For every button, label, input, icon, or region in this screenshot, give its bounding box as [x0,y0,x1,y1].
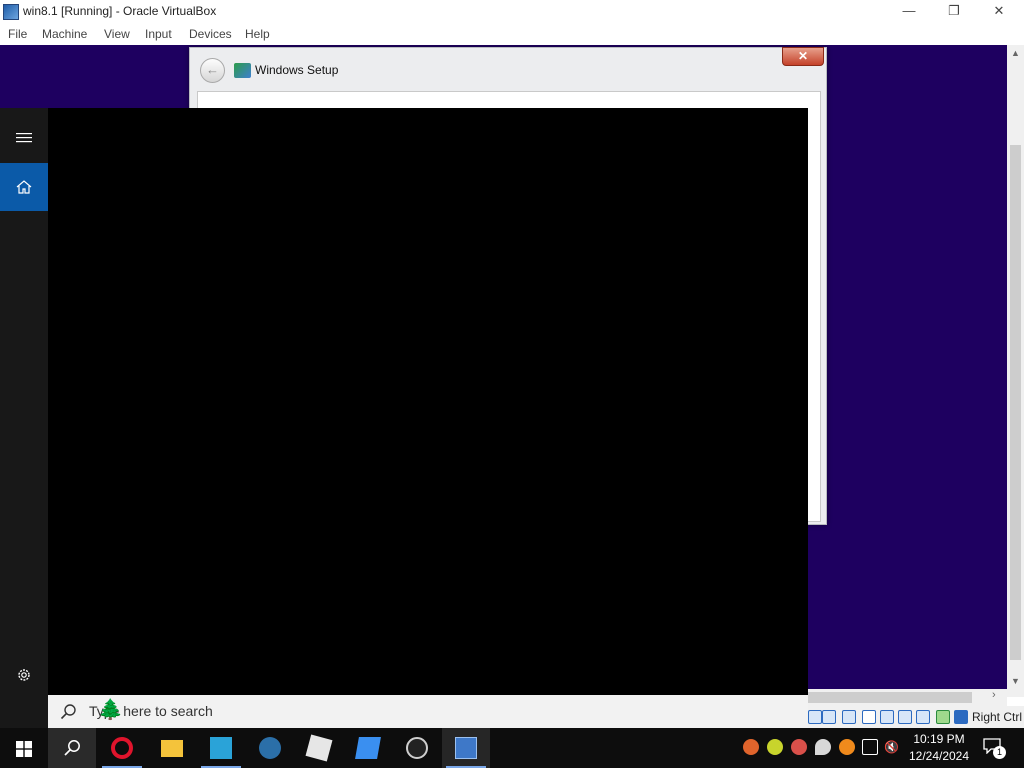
clock-date: 12/24/2024 [908,749,970,763]
menu-bar: File Machine View Input Devices Help [0,24,1024,45]
app-blue-icon [355,737,381,759]
mouse-integration-icon[interactable] [954,710,968,724]
optical-status-icon[interactable] [916,710,930,724]
taskbar-search-button[interactable] [48,728,96,768]
recording-status-icon[interactable] [880,710,894,724]
menu-input[interactable]: Input [145,27,172,41]
vertical-scroll-thumb[interactable] [1010,145,1021,660]
network-status-icon[interactable] [822,710,836,724]
taskbar-file-explorer[interactable] [148,728,196,768]
vm-status-bar: Right Ctrl [808,706,1024,728]
setup-close-button[interactable]: ✕ [782,47,824,66]
virtualbox-window: win8.1 [Running] - Oracle VirtualBox — ❐… [0,0,1024,728]
setup-icon [234,63,251,78]
virtualbox-icon [455,737,477,759]
system-clock[interactable]: 10:19 PM 12/24/2024 [902,731,976,765]
search-box[interactable]: Type here to search 🌲 [48,695,808,728]
clock-time: 10:19 PM [913,732,965,746]
vscode-like-icon [210,737,232,759]
display-status-icon[interactable] [862,710,876,724]
menu-help[interactable]: Help [245,27,270,41]
tray-record-icon[interactable] [743,739,759,755]
host-key-label: Right Ctrl [972,710,1023,724]
network-icon[interactable] [862,739,878,755]
taskbar-obs[interactable] [393,728,441,768]
scroll-up-arrow-icon[interactable]: ▲ [1007,45,1024,61]
horizontal-scrollbar[interactable]: › [808,689,1007,706]
restore-button[interactable]: ❐ [931,0,977,24]
close-button[interactable]: ✕ [976,0,1022,24]
tray-search-icon[interactable] [839,739,855,755]
search-icon [60,704,76,720]
menu-machine[interactable]: Machine [42,27,87,41]
minimize-button[interactable]: — [886,0,932,24]
taskbar: 🔇 10:19 PM 12/24/2024 1 [0,728,1024,768]
steam-icon [259,737,281,759]
taskbar-app-va[interactable] [197,728,245,768]
vertical-scrollbar[interactable]: ▲ ▼ [1007,45,1024,697]
title-bar: win8.1 [Running] - Oracle VirtualBox — ❐… [0,0,1024,24]
audio-status-icon[interactable] [898,710,912,724]
taskbar-opera[interactable] [98,728,146,768]
shared-folder-status-icon[interactable] [842,710,856,724]
start-menu: Type here to search 🌲 [0,108,808,728]
christmas-tree-cursor-icon: 🌲 [98,699,123,721]
hamburger-menu-icon[interactable] [0,115,48,163]
home-icon[interactable] [0,163,48,211]
taskbar-virtualbox[interactable] [442,728,490,768]
notification-center-button[interactable]: 1 [980,736,1010,760]
taskbar-blue-app[interactable] [344,728,392,768]
windows-logo-icon [16,741,32,757]
virtualbox-app-icon [3,4,19,20]
back-arrow-icon[interactable]: ← [200,58,225,83]
usb-status-icon[interactable] [808,710,822,724]
scroll-right-arrow-icon[interactable]: › [992,689,996,701]
notification-count-badge: 1 [993,746,1006,759]
window-title: win8.1 [Running] - Oracle VirtualBox [23,4,217,18]
tray-gear-icon[interactable] [791,739,807,755]
start-menu-rail [0,108,48,728]
search-icon [64,740,80,756]
settings-icon[interactable] [0,651,48,699]
obs-icon [406,737,428,759]
setup-dialog-title: Windows Setup [255,63,339,77]
menu-view[interactable]: View [104,27,130,41]
menu-devices[interactable]: Devices [189,27,232,41]
taskbar-roblox[interactable] [295,728,343,768]
cpu-status-icon[interactable] [936,710,950,724]
roblox-icon [305,734,333,762]
horizontal-scroll-thumb[interactable] [808,692,972,703]
file-explorer-icon [161,740,183,757]
opera-icon [111,737,133,759]
muted-volume-icon[interactable]: 🔇 [884,739,900,755]
taskbar-steam[interactable] [246,728,294,768]
tray-plus-icon[interactable] [767,739,783,755]
menu-file[interactable]: File [8,27,27,41]
start-button[interactable] [0,728,48,768]
scroll-down-arrow-icon[interactable]: ▼ [1007,673,1024,689]
tray-drop-icon[interactable] [815,739,831,755]
